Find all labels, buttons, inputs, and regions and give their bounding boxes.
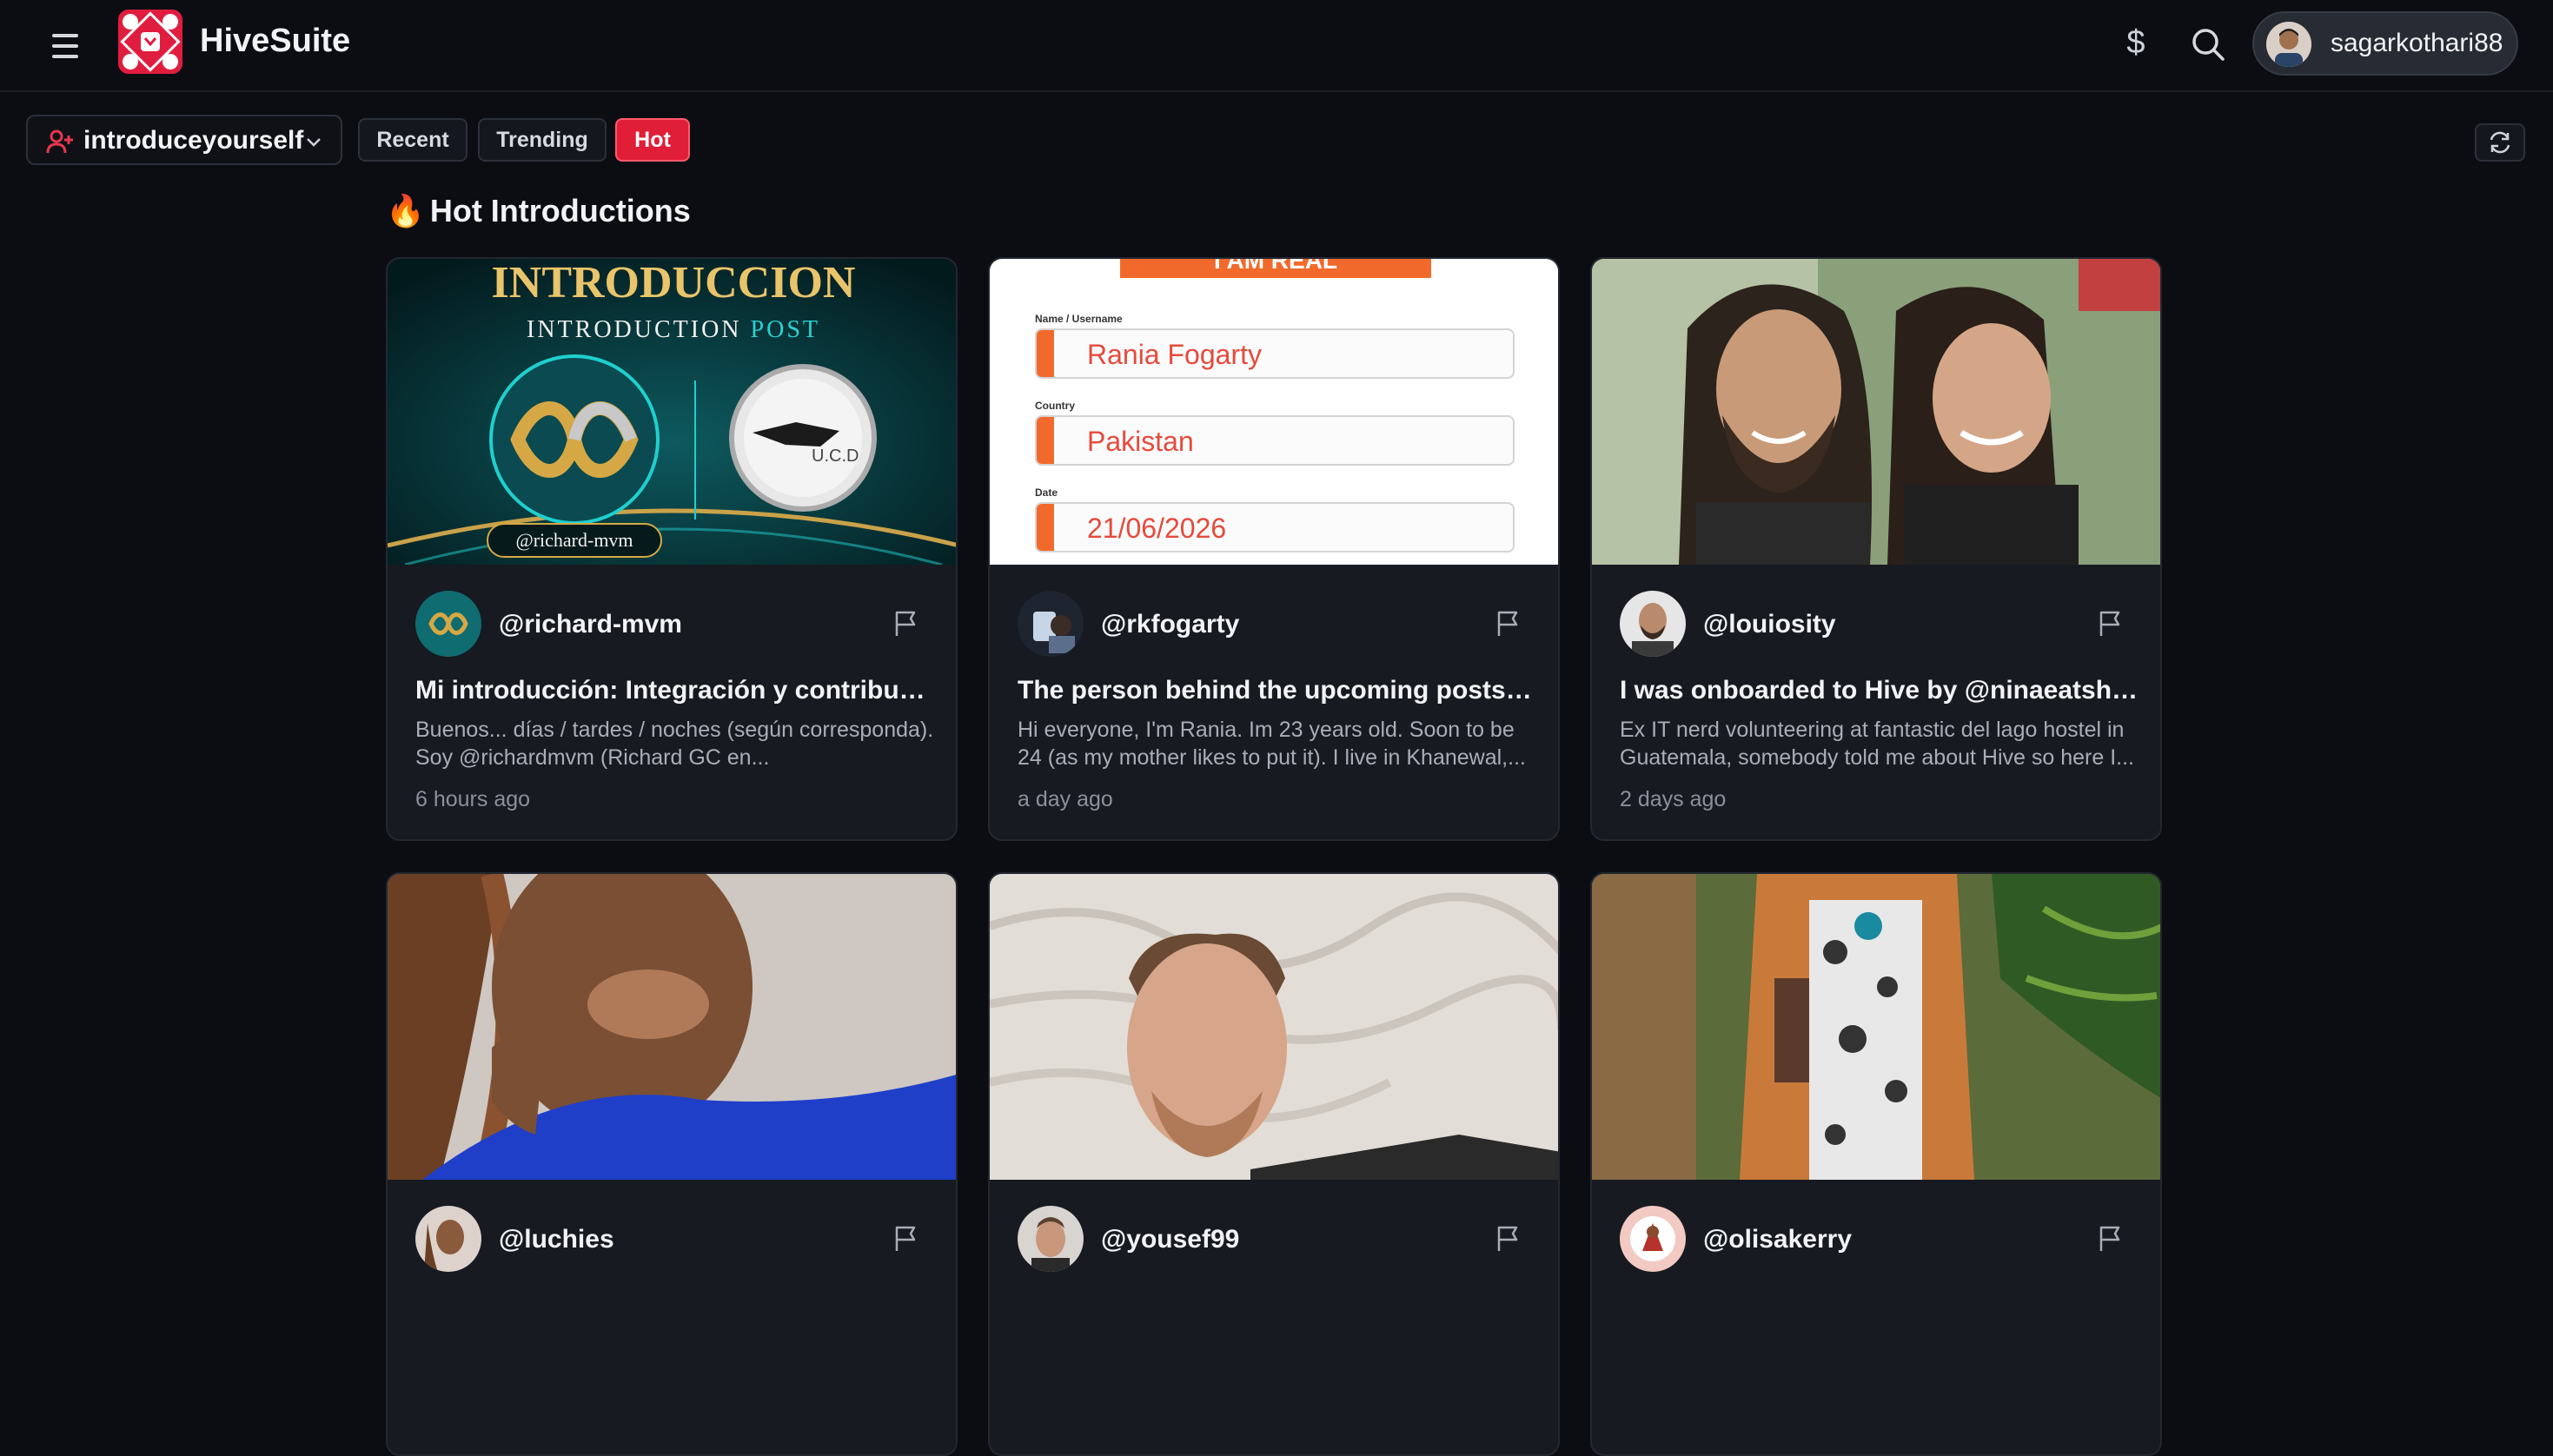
- refresh-icon[interactable]: [2475, 123, 2525, 162]
- avatar[interactable]: [1018, 591, 1084, 657]
- thumb-subheading: INTRODUCTION POST: [527, 316, 820, 343]
- avatar[interactable]: [1620, 591, 1686, 657]
- post-meta: @richard-mvm Mi introducción: Integració…: [388, 565, 956, 839]
- post-title[interactable]: The person behind the upcoming posts -..…: [1018, 676, 1539, 705]
- post-meta: @louiosity I was onboarded to Hive by @n…: [1592, 565, 2160, 839]
- post-card[interactable]: @louiosity I was onboarded to Hive by @n…: [1590, 257, 2162, 841]
- author-name[interactable]: @louiosity: [1703, 610, 1836, 639]
- flag-icon[interactable]: [890, 608, 921, 639]
- thumb-label-name: Name / Username: [1035, 313, 1123, 325]
- brand-name[interactable]: HiveSuite: [200, 23, 350, 60]
- post-excerpt: Ex IT nerd volunteering at fantastic del…: [1620, 718, 2134, 770]
- author-name[interactable]: @rkfogarty: [1101, 610, 1239, 639]
- thumb-country-field: Pakistan: [1035, 415, 1515, 466]
- menu-icon[interactable]: [43, 24, 87, 68]
- flag-icon[interactable]: [1492, 1223, 1523, 1254]
- avatar[interactable]: [1620, 1206, 1686, 1272]
- community-name: introduceyourself: [83, 126, 304, 155]
- flag-icon[interactable]: [1492, 608, 1523, 639]
- post-thumbnail[interactable]: [1592, 259, 2160, 565]
- tab-recent[interactable]: Recent: [358, 118, 467, 162]
- hive-logo[interactable]: [118, 10, 182, 74]
- search-icon[interactable]: [2186, 23, 2230, 66]
- dollar-icon[interactable]: $: [2117, 24, 2155, 62]
- author-name[interactable]: @richard-mvm: [499, 610, 682, 639]
- thumb-handle: @richard-mvm: [487, 523, 662, 558]
- post-excerpt: Hi everyone, I'm Rania. Im 23 years old.…: [1018, 718, 1526, 770]
- thumb-name-field: Rania Fogarty: [1035, 328, 1515, 379]
- post-meta: @yousef99: [990, 1180, 1558, 1454]
- community-selector[interactable]: introduceyourself: [26, 115, 342, 165]
- thumb-banner: I AM REAL: [1120, 259, 1431, 278]
- post-title[interactable]: I was onboarded to Hive by @ninaeatshere: [1620, 676, 2141, 705]
- section-title-text: Hot Introductions: [429, 193, 691, 228]
- post-time: 2 days ago: [1620, 787, 1727, 811]
- post-card[interactable]: INTRODUCCION INTRODUCTION POST @richard-…: [386, 257, 958, 841]
- avatar[interactable]: [415, 591, 481, 657]
- post-time: a day ago: [1018, 787, 1113, 811]
- author-name[interactable]: @olisakerry: [1703, 1225, 1852, 1254]
- post-meta: @luchies: [388, 1180, 956, 1454]
- post-card[interactable]: @luchies: [386, 872, 958, 1456]
- user-menu-button[interactable]: sagarkothari88: [2252, 11, 2518, 76]
- thumb-date-field: 21/06/2026: [1035, 502, 1515, 553]
- section-title: 🔥 Hot Introductions: [386, 193, 691, 229]
- user-add-icon: [45, 127, 75, 156]
- tab-hot[interactable]: Hot: [615, 118, 690, 162]
- post-excerpt: Buenos... días / tardes / noches (según …: [415, 718, 934, 770]
- avatar: [2266, 22, 2311, 67]
- post-thumbnail[interactable]: [388, 874, 956, 1180]
- flag-icon[interactable]: [890, 1223, 921, 1254]
- post-card[interactable]: I AM REAL Name / Username Rania Fogarty …: [988, 257, 1560, 841]
- author-name[interactable]: @yousef99: [1101, 1225, 1239, 1254]
- author-name[interactable]: @luchies: [499, 1225, 614, 1254]
- fire-icon: 🔥: [386, 193, 425, 228]
- post-card[interactable]: @olisakerry: [1590, 872, 2162, 1456]
- post-thumbnail[interactable]: [990, 874, 1558, 1180]
- post-title[interactable]: Mi introducción: Integración y contribuc…: [415, 676, 937, 705]
- avatar[interactable]: [1018, 1206, 1084, 1272]
- flag-icon[interactable]: [2094, 608, 2125, 639]
- post-thumbnail[interactable]: I AM REAL Name / Username Rania Fogarty …: [990, 259, 1558, 565]
- post-thumbnail[interactable]: INTRODUCCION INTRODUCTION POST @richard-…: [388, 259, 956, 565]
- thumb-label-date: Date: [1035, 486, 1058, 499]
- thumb-label-country: Country: [1035, 400, 1075, 412]
- post-time: 6 hours ago: [415, 787, 531, 811]
- top-navigation-bar: HiveSuite $ sagarkothari88: [0, 0, 2553, 92]
- post-thumbnail[interactable]: [1592, 874, 2160, 1180]
- thumb-heading: INTRODUCCION: [491, 259, 856, 308]
- post-card[interactable]: @yousef99: [988, 872, 1560, 1456]
- filter-toolbar: introduceyourself Recent Trending Hot: [0, 115, 2553, 167]
- username: sagarkothari88: [2331, 29, 2503, 57]
- avatar[interactable]: [415, 1206, 481, 1272]
- flag-icon[interactable]: [2094, 1223, 2125, 1254]
- post-meta: @olisakerry: [1592, 1180, 2160, 1454]
- chevron-down-icon: [302, 130, 325, 153]
- thumb-coin-text: U.C.D: [812, 447, 859, 466]
- post-meta: @rkfogarty The person behind the upcomin…: [990, 565, 1558, 839]
- tab-trending[interactable]: Trending: [478, 118, 607, 162]
